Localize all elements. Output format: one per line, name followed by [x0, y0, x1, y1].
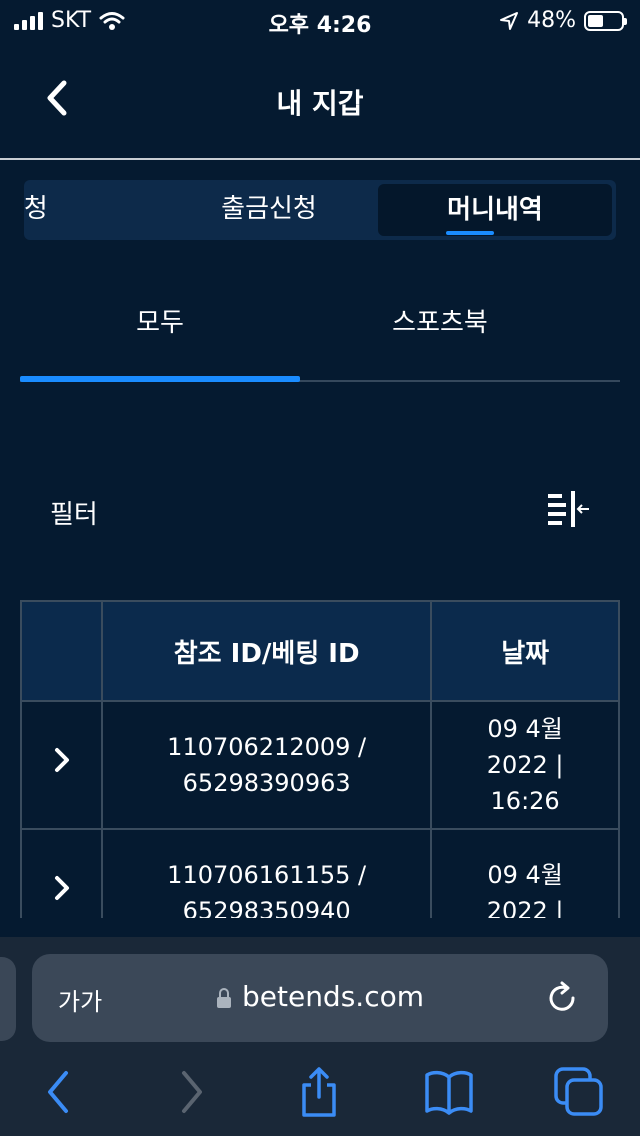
date-line: 2022 |	[486, 897, 564, 918]
tab-withdraw-request[interactable]: 출금신청	[164, 180, 374, 240]
bookmarks-icon[interactable]	[422, 1065, 476, 1119]
back-arrow-icon[interactable]	[32, 1065, 86, 1119]
date-cell: 09 4월 2022 | 16:26	[430, 700, 618, 830]
date-line: 09 4월	[487, 861, 563, 889]
tab-deposit-request[interactable]: 신청	[24, 180, 80, 240]
forward-arrow-icon[interactable]	[164, 1065, 218, 1119]
filter-label[interactable]: 필터	[50, 494, 98, 531]
browser-toolbar	[0, 1057, 640, 1127]
tab-money-history[interactable]: 머니내역	[378, 184, 612, 236]
browser-chrome: 가가 betends.com	[0, 937, 640, 1136]
status-bar: SKT 오후 4:26 48%	[0, 0, 640, 40]
subtab-indicator	[20, 376, 300, 382]
wallet-tabs: 신청 출금신청 머니내역	[24, 180, 616, 240]
header-expand	[22, 600, 104, 702]
reload-icon[interactable]	[542, 978, 582, 1018]
battery-level	[588, 14, 603, 27]
expand-cell[interactable]	[22, 700, 104, 830]
bet-id: 65298350940	[182, 897, 351, 918]
history-table: 참조 ID/베팅 ID 날짜 110706212009 / 6529839096…	[20, 600, 620, 918]
location-arrow-icon	[500, 11, 519, 30]
share-icon[interactable]	[292, 1065, 346, 1119]
chevron-right-icon[interactable]	[47, 873, 77, 903]
expand-cell[interactable]	[22, 828, 104, 918]
tab-label: 출금신청	[221, 194, 317, 224]
lock-icon	[216, 988, 231, 1008]
status-right: 48%	[499, 8, 627, 33]
tabs-icon[interactable]	[552, 1065, 606, 1119]
subtab-label: 모두	[136, 308, 184, 338]
tab-label: 신청	[24, 194, 48, 224]
ref-id-cell: 110706212009 / 65298390963	[101, 700, 433, 830]
subtab-all[interactable]: 모두	[20, 302, 300, 339]
date-cell: 09 4월 2022 |	[430, 828, 618, 918]
app-header: 내 지갑	[0, 40, 640, 160]
filter-collapse-icon[interactable]	[546, 491, 590, 527]
header-date: 날짜	[430, 600, 618, 702]
url-display[interactable]: betends.com	[32, 980, 608, 1013]
subtab-label: 스포츠북	[392, 308, 488, 338]
previous-tab-pill[interactable]	[0, 957, 16, 1041]
ref-id: 110706212009 /	[167, 733, 367, 761]
subtab-sportsbook[interactable]: 스포츠북	[300, 302, 580, 339]
ref-id-cell: 110706161155 / 65298350940	[101, 828, 433, 918]
page-title: 내 지갑	[276, 87, 364, 120]
table-header-row: 참조 ID/베팅 ID 날짜	[22, 600, 618, 702]
chevron-right-icon[interactable]	[47, 745, 77, 775]
bet-id: 65298390963	[182, 769, 351, 797]
ref-id: 110706161155 /	[167, 861, 367, 889]
table-row[interactable]: 110706212009 / 65298390963 09 4월 2022 | …	[22, 700, 618, 830]
tab-label: 머니내역	[447, 195, 543, 225]
battery-percent: 48%	[527, 8, 576, 33]
date-line: 16:26	[490, 787, 560, 815]
table-row[interactable]: 110706161155 / 65298350940 09 4월 2022 |	[22, 828, 618, 918]
header-ref-id: 참조 ID/베팅 ID	[101, 600, 433, 702]
active-tab-indicator	[446, 231, 494, 235]
sub-tabs: 모두 스포츠북	[20, 290, 620, 382]
date-line: 2022 |	[486, 751, 564, 779]
address-bar[interactable]: 가가 betends.com	[32, 954, 608, 1042]
battery-icon	[584, 10, 627, 31]
url-text: betends.com	[241, 980, 424, 1013]
date-line: 09 4월	[487, 715, 563, 743]
